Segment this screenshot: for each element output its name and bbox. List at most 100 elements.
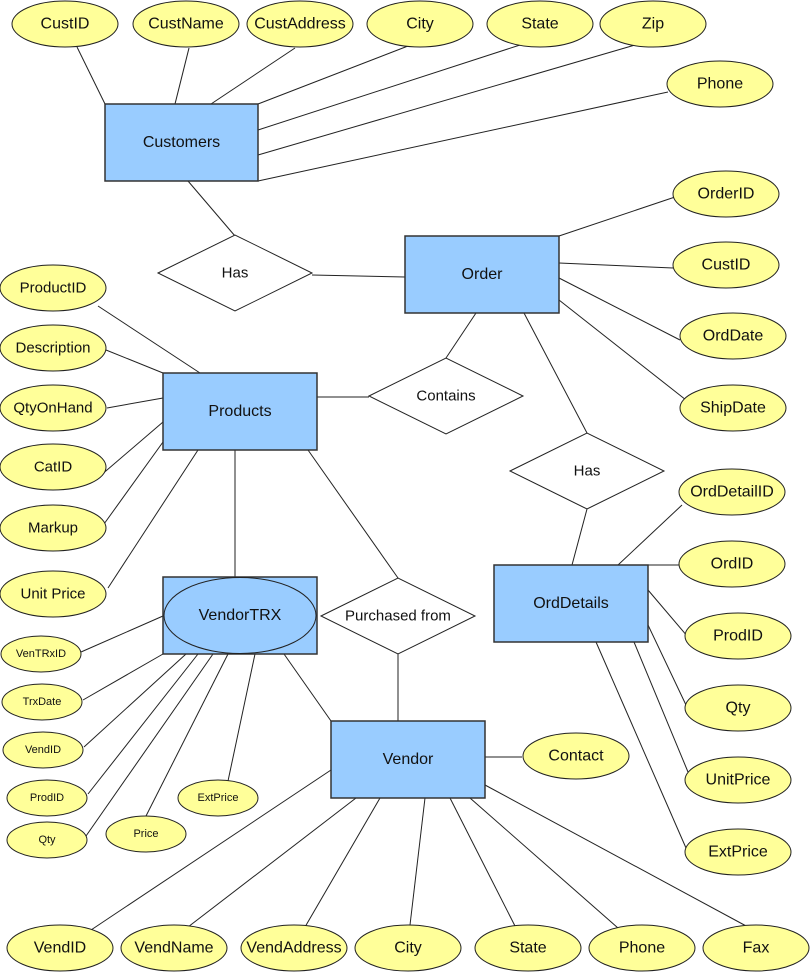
attribute-customers-city[interactable]: City	[366, 0, 474, 48]
attribute-customers-state[interactable]: State	[486, 0, 594, 48]
attribute-label: ExtPrice	[198, 792, 239, 804]
attribute-order-shipdate[interactable]: ShipDate	[679, 384, 787, 432]
attribute-customers-custname[interactable]: CustName	[132, 0, 240, 48]
connector-line	[283, 653, 332, 722]
attribute-label: Fax	[743, 940, 770, 957]
attribute-label: CustID	[702, 257, 751, 274]
connector-line	[106, 397, 164, 409]
connector-line	[82, 653, 164, 701]
attribute-vendortrx-trxdate[interactable]: TrxDate	[1, 683, 83, 721]
connector-line	[647, 589, 689, 638]
attribute-label: CustAddress	[254, 16, 346, 33]
attribute-orddetails-unitprice[interactable]: UnitPrice	[684, 756, 792, 804]
attribute-orddetails-extprice[interactable]: ExtPrice	[684, 828, 792, 876]
connector-line	[311, 274, 406, 278]
attribute-label: VendAddress	[246, 940, 341, 957]
attribute-vendor-vendname[interactable]: VendName	[120, 924, 228, 972]
connector-line	[210, 47, 296, 105]
attribute-vendor-state[interactable]: State	[474, 924, 582, 972]
attribute-orddetails-ordid[interactable]: OrdID	[678, 540, 786, 588]
relationship-label: Purchased from	[345, 608, 451, 625]
connector-line	[469, 797, 619, 929]
attribute-products-catid[interactable]: CatID	[0, 443, 107, 491]
attribute-order-custid[interactable]: CustID	[672, 241, 780, 289]
attribute-vendor-phone[interactable]: Phone	[588, 924, 696, 972]
connector-line	[187, 180, 236, 237]
attribute-orddetails-orddetailid[interactable]: OrdDetailID	[678, 468, 786, 516]
attribute-label: TrxDate	[23, 696, 62, 708]
entity-label: VendorTRX	[199, 607, 282, 624]
attribute-label: City	[394, 940, 422, 957]
attribute-vendor-contact[interactable]: Contact	[522, 732, 630, 780]
attribute-label: CustID	[41, 16, 90, 33]
attribute-label: CustName	[148, 16, 224, 33]
attribute-label: ProdID	[30, 792, 64, 804]
relationship-purchased-from[interactable]: Purchased from	[319, 577, 477, 655]
relationship-label: Has	[222, 265, 249, 282]
attribute-label: Contact	[548, 748, 604, 765]
attribute-vendortrx-ventrxid[interactable]: VenTRxID	[0, 635, 82, 673]
connector-line	[633, 641, 689, 773]
attribute-order-orderid[interactable]: OrderID	[672, 170, 780, 218]
connector-line	[227, 653, 256, 782]
entity-label: Products	[208, 403, 271, 420]
attribute-customers-zip[interactable]: Zip	[599, 0, 707, 48]
attribute-customers-phone[interactable]: Phone	[666, 60, 774, 108]
attribute-label: OrdID	[711, 556, 754, 573]
connector-line	[83, 653, 187, 748]
relationship-has-customer-order[interactable]: Has	[156, 234, 314, 312]
attribute-products-unit-price[interactable]: Unit Price	[0, 570, 107, 618]
connector-line	[523, 312, 588, 434]
connector-line	[449, 797, 516, 927]
attribute-vendor-vendaddress[interactable]: VendAddress	[240, 924, 348, 972]
relationship-contains[interactable]: Contains	[367, 357, 525, 435]
connector-line	[307, 449, 399, 579]
attributes-customers: CustID CustName CustAddress City State Zip Pho…	[11, 0, 774, 108]
attribute-order-orddate[interactable]: OrdDate	[679, 312, 787, 360]
attribute-label: State	[509, 940, 546, 957]
attribute-orddetails-prodid[interactable]: ProdID	[684, 612, 792, 660]
entity-label: Vendor	[383, 751, 434, 768]
entity-orddetails[interactable]: OrdDetails	[493, 564, 649, 643]
attribute-vendortrx-vendid[interactable]: VendID	[2, 731, 84, 769]
entity-vendortrx[interactable]: VendorTRX	[162, 576, 318, 655]
connector-line	[409, 797, 426, 926]
attribute-label: ProductID	[20, 280, 87, 297]
attribute-label: Qty	[726, 700, 751, 717]
attribute-label: Description	[15, 340, 90, 357]
entity-vendor[interactable]: Vendor	[330, 720, 486, 799]
entity-customers[interactable]: Customers	[104, 103, 259, 182]
attribute-orddetails-qty[interactable]: Qty	[684, 684, 792, 732]
attribute-products-description[interactable]: Description	[0, 324, 107, 372]
entity-label: OrdDetails	[533, 595, 609, 612]
relationship-label: Contains	[416, 388, 475, 405]
attribute-vendortrx-extprice[interactable]: ExtPrice	[177, 779, 259, 817]
attribute-products-markup[interactable]: Markup	[0, 504, 107, 552]
relationship-has-order-details[interactable]: Has	[508, 432, 666, 510]
connector-line	[558, 196, 676, 237]
entity-order[interactable]: Order	[404, 235, 560, 314]
entity-products[interactable]: Products	[162, 372, 318, 451]
attribute-vendor-city[interactable]: City	[354, 924, 462, 972]
connector-line	[174, 47, 190, 105]
attribute-vendor-fax[interactable]: Fax	[702, 924, 810, 972]
attribute-customers-custid[interactable]: CustID	[11, 0, 119, 48]
attribute-vendortrx-price[interactable]: Price	[105, 815, 187, 853]
attribute-label: City	[406, 16, 434, 33]
attribute-vendor-vendid[interactable]: VendID	[6, 924, 114, 972]
connector-line	[257, 44, 636, 156]
entity-label: Order	[462, 266, 504, 283]
attributes-vendortrx: VenTRxID TrxDate VendID ProdID Qty Price ExtPr…	[0, 635, 259, 859]
attribute-vendortrx-prodid[interactable]: ProdID	[6, 779, 88, 817]
attribute-products-productid[interactable]: ProductID	[0, 264, 107, 312]
attribute-label: OrderID	[698, 186, 755, 203]
attribute-label: ProdID	[713, 628, 763, 645]
attribute-customers-custaddress[interactable]: CustAddress	[246, 0, 354, 48]
attributes-orddetails: OrdDetailID OrdID ProdID Qty UnitPrice ExtPri…	[678, 468, 792, 876]
connector-line	[107, 449, 199, 589]
attribute-label: Markup	[28, 520, 78, 537]
attribute-products-qtyonhand[interactable]: QtyOnHand	[0, 384, 107, 432]
er-diagram-canvas: Has Contains Has Purchased from Customers Ord…	[0, 0, 810, 972]
attribute-vendortrx-qty[interactable]: Qty	[6, 821, 88, 859]
connector-line	[105, 349, 164, 374]
